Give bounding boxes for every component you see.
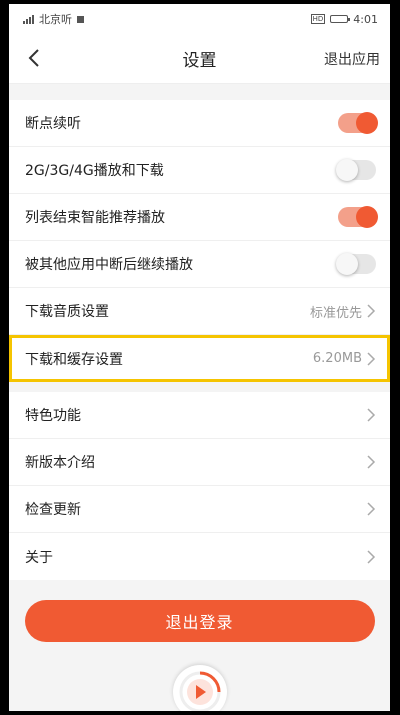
hd-icon: HD (310, 14, 326, 24)
carrier-label: 北京听 (39, 13, 72, 26)
setting-label: 关于 (25, 549, 53, 566)
download-quality-value: 标准优先 (309, 305, 362, 321)
setting-features[interactable]: 特色功能 (9, 392, 390, 439)
resume-playback-toggle[interactable] (338, 112, 378, 134)
play-icon (179, 671, 220, 711)
toggle-knob (336, 159, 358, 181)
chevron-right-icon (367, 351, 376, 366)
notification-icon (77, 15, 84, 23)
setting-label: 2G/3G/4G播放和下载 (25, 163, 164, 179)
navbar: 设置 退出应用 (9, 34, 390, 84)
back-arrow-icon[interactable] (23, 46, 47, 70)
setting-label: 检查更新 (25, 502, 81, 518)
setting-whats-new[interactable]: 新版本介绍 (9, 439, 390, 486)
chevron-right-icon (367, 502, 376, 516)
cache-size-value: 6.20MB (312, 351, 362, 366)
status-left: 北京听 (23, 11, 84, 27)
status-time: 4:01 (353, 12, 378, 26)
status-bar: 北京听 HD 4:01 (9, 4, 390, 34)
signal-icon (23, 14, 34, 24)
setting-smart-recommend: 列表结束智能推荐播放 (9, 194, 390, 241)
setting-label: 被其他应用中断后继续播放 (25, 257, 193, 273)
phone-screen: 北京听 HD 4:01 设置 退出应用 断点续听 2G/3G/4G播放和下载 列… (9, 4, 390, 711)
setting-label: 下载音质设置 (25, 304, 109, 320)
setting-label: 下载和缓存设置 (25, 351, 123, 368)
setting-label: 新版本介绍 (25, 455, 95, 471)
chevron-right-icon (367, 455, 376, 469)
mobile-data-toggle[interactable] (336, 159, 376, 181)
smart-recommend-toggle[interactable] (338, 206, 378, 228)
toggle-knob (336, 253, 358, 275)
setting-label: 列表结束智能推荐播放 (25, 210, 165, 226)
setting-download-quality[interactable]: 下载音质设置 标准优先 (9, 288, 390, 335)
setting-check-update[interactable]: 检查更新 (9, 486, 390, 533)
status-right: HD 4:01 (310, 12, 378, 26)
logout-button[interactable]: 退出登录 (24, 600, 375, 642)
setting-label: 断点续听 (25, 116, 81, 132)
toggle-knob (356, 206, 378, 228)
settings-group-main: 断点续听 2G/3G/4G播放和下载 列表结束智能推荐播放 被其他应用中断后继续… (9, 100, 390, 382)
setting-mobile-data: 2G/3G/4G播放和下载 (9, 147, 390, 194)
setting-about[interactable]: 关于 (9, 533, 390, 580)
setting-resume-playback: 断点续听 (9, 100, 390, 147)
chevron-right-icon (367, 549, 376, 564)
battery-icon (330, 15, 351, 23)
setting-download-cache[interactable]: 下载和缓存设置 6.20MB (9, 335, 390, 382)
chevron-right-icon (367, 408, 376, 422)
resume-after-interrupt-toggle[interactable] (336, 253, 376, 275)
settings-group-info: 特色功能 新版本介绍 检查更新 关于 (9, 392, 390, 580)
toggle-knob (356, 112, 378, 134)
setting-value-wrap: 6.20MB (313, 351, 376, 366)
chevron-right-icon (367, 304, 376, 318)
mini-player[interactable] (172, 665, 227, 711)
setting-value-wrap: 标准优先 (310, 302, 376, 321)
setting-resume-after-interrupt: 被其他应用中断后继续播放 (9, 241, 390, 288)
setting-label: 特色功能 (25, 408, 81, 424)
section-divider (9, 382, 390, 392)
exit-app-button[interactable]: 退出应用 (324, 49, 380, 69)
